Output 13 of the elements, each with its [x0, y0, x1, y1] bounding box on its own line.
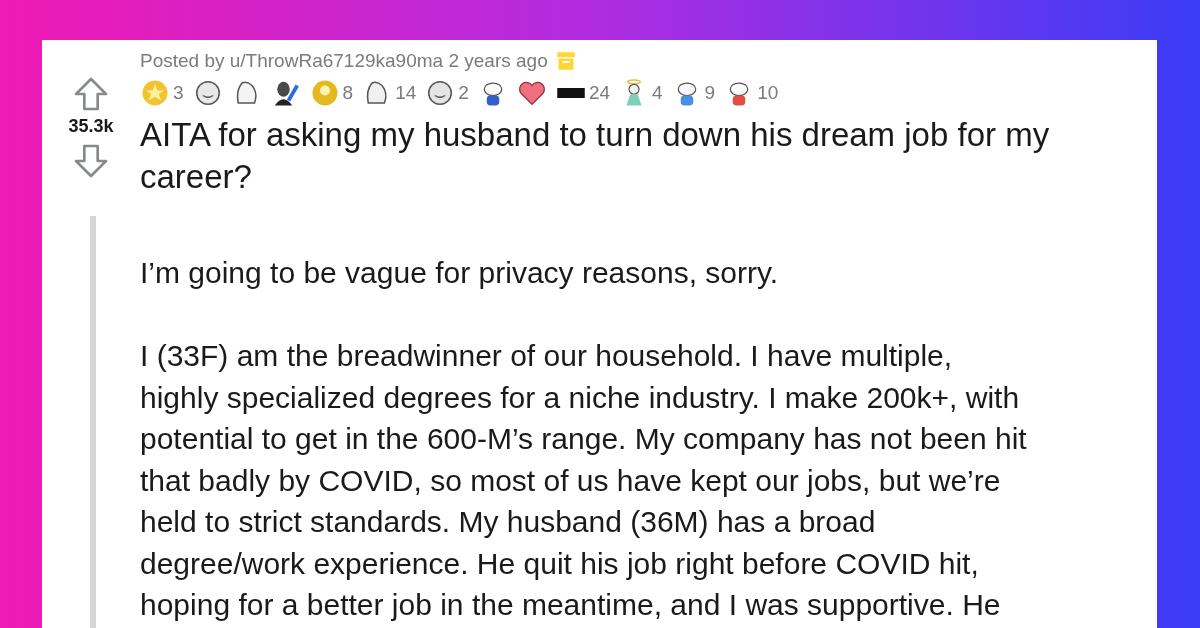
post-paragraph: I (33F) am the breadwinner of our household. I have multiple, highly specialized degrees for a niche industry. I make 200k+, with potential to get in the 600-M’s range. My company has not been hit that badly by COVID, so most of us have kept our jobs, but we’re held to strict standards. My husband (36M) has a broad degree/work experience. He quit his job right before COVID hit, hoping for a better job in the meantime, and I was supportive. He [140, 338, 1027, 623]
award-count: 24 [588, 82, 610, 104]
post-meta: Posted by u/ThrowRa67129ka90ma 2 years ago [140, 50, 548, 72]
award-count: 4 [652, 82, 663, 104]
award-count: 10 [757, 82, 779, 104]
award-count: 8 [342, 82, 354, 104]
award-count: 9 [704, 82, 716, 104]
post-paragraph: I’m going to be vague for privacy reasons, sorry. [140, 255, 780, 291]
award-count: 3 [173, 82, 184, 104]
award-count: 2 [458, 82, 469, 104]
vote-score: 35.3k [68, 116, 114, 137]
award-count: 14 [395, 82, 417, 104]
post-title[interactable]: AITA for asking my husband to turn down his dream job for my career? [140, 114, 1140, 198]
